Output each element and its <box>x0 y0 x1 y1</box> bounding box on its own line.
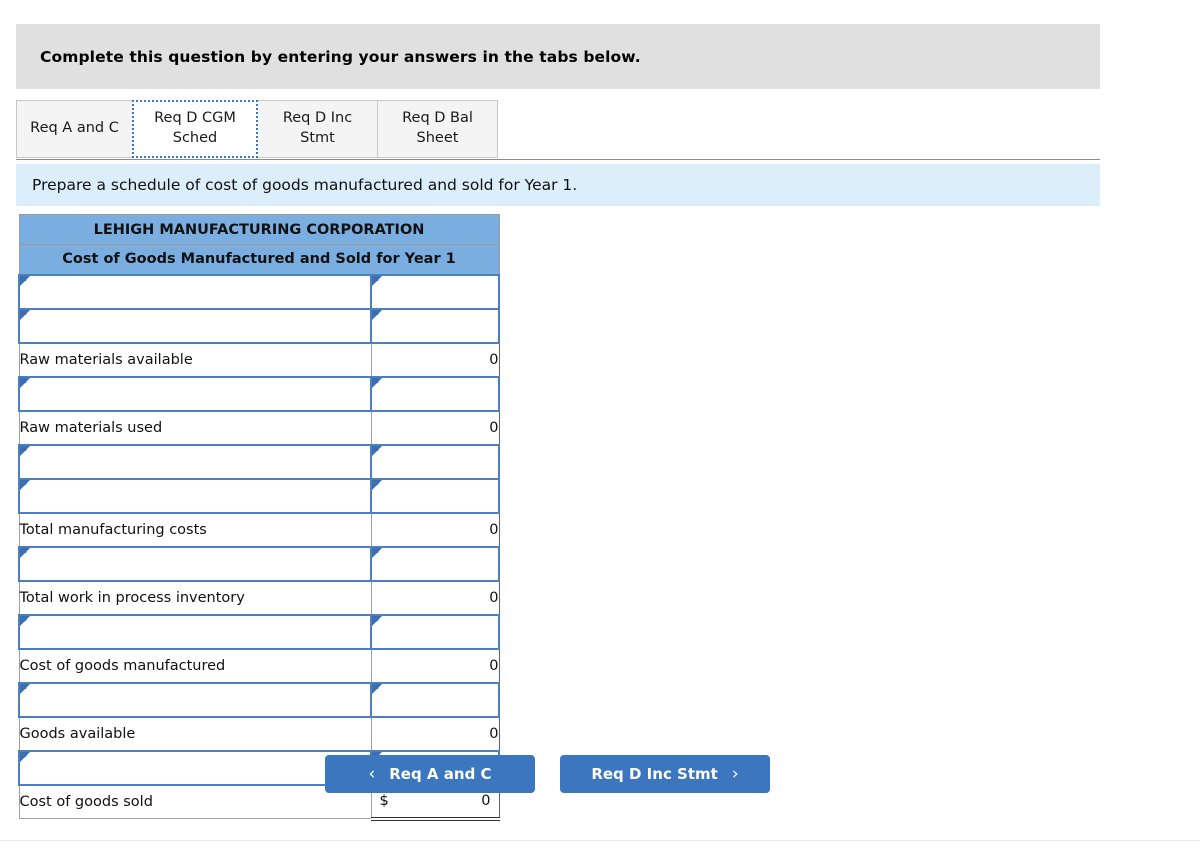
dropdown-marker-icon <box>372 479 382 490</box>
row-value: 0 <box>370 580 500 615</box>
amount-input-0[interactable] <box>370 273 500 310</box>
row-label: Raw materials available <box>18 342 372 377</box>
tab-req-a-and-c[interactable]: Req A and C <box>16 100 133 158</box>
row-value: 0 <box>370 342 500 377</box>
table-row <box>18 681 500 718</box>
tab-label: Req A and C <box>30 120 119 137</box>
table-row: Cost of goods manufactured 0 <box>18 648 500 683</box>
tab-req-d-bal-sheet[interactable]: Req D Bal Sheet <box>377 100 498 158</box>
tab-req-d-inc-stmt[interactable]: Req D Inc Stmt <box>257 100 378 158</box>
account-select-12[interactable] <box>18 681 372 718</box>
currency-symbol: $ <box>379 793 389 809</box>
account-select-3[interactable] <box>18 375 372 412</box>
table-row <box>18 545 500 582</box>
row-value: 0 <box>370 410 500 445</box>
row-amount: 0 <box>481 793 491 809</box>
cgm-schedule-body: LEHIGH MANUFACTURING CORPORATION Cost of… <box>18 214 500 821</box>
amount-input-3[interactable] <box>370 375 500 412</box>
worksheet-page: Complete this question by entering your … <box>0 0 1200 851</box>
next-requirement-button[interactable]: Req D Inc Stmt › <box>560 755 770 793</box>
tab-label: Req D Inc Stmt <box>282 110 353 146</box>
dropdown-marker-icon <box>372 275 382 286</box>
table-row <box>18 273 500 310</box>
dropdown-marker-icon <box>20 683 30 694</box>
tab-label: Req D Bal Sheet <box>402 110 473 146</box>
prev-requirement-button[interactable]: ‹ Req A and C <box>325 755 535 793</box>
chevron-left-icon: ‹ <box>368 764 376 784</box>
amount-input-5[interactable] <box>370 443 500 480</box>
row-label: Cost of goods sold <box>18 784 372 819</box>
dropdown-marker-icon <box>372 445 382 456</box>
dropdown-marker-icon <box>20 377 30 388</box>
dropdown-marker-icon <box>372 683 382 694</box>
row-label: Total manufacturing costs <box>18 512 372 547</box>
page-bottom-divider <box>0 840 1200 841</box>
dropdown-marker-icon <box>20 547 30 558</box>
company-name: LEHIGH MANUFACTURING CORPORATION <box>18 214 500 245</box>
row-label: Goods available <box>18 716 372 751</box>
row-label: Total work in process inventory <box>18 580 372 615</box>
account-select-5[interactable] <box>18 443 372 480</box>
table-title-row-company: LEHIGH MANUFACTURING CORPORATION <box>18 214 500 245</box>
account-select-0[interactable] <box>18 273 372 310</box>
account-select-8[interactable] <box>18 545 372 582</box>
requirement-bar: Prepare a schedule of cost of goods manu… <box>16 164 1100 206</box>
dropdown-marker-icon <box>372 547 382 558</box>
table-title-row-statement: Cost of Goods Manufactured and Sold for … <box>18 244 500 275</box>
table-row: Raw materials used 0 <box>18 410 500 445</box>
instruction-header: Complete this question by entering your … <box>16 24 1100 89</box>
account-select-1[interactable] <box>18 307 372 344</box>
dropdown-marker-icon <box>20 615 30 626</box>
amount-input-10[interactable] <box>370 613 500 650</box>
row-value: 0 <box>370 648 500 683</box>
dropdown-marker-icon <box>20 751 30 762</box>
dropdown-marker-icon <box>372 615 382 626</box>
table-row <box>18 375 500 412</box>
amount-input-8[interactable] <box>370 545 500 582</box>
next-button-label: Req D Inc Stmt <box>591 765 718 783</box>
amount-input-12[interactable] <box>370 681 500 718</box>
table-row: Goods available 0 <box>18 716 500 751</box>
dropdown-marker-icon <box>372 309 382 320</box>
dropdown-marker-icon <box>20 275 30 286</box>
dropdown-marker-icon <box>20 479 30 490</box>
row-label: Raw materials used <box>18 410 372 445</box>
row-value: 0 <box>370 716 500 751</box>
dropdown-marker-icon <box>372 377 382 388</box>
table-row <box>18 477 500 514</box>
row-value: 0 <box>370 512 500 547</box>
prev-button-label: Req A and C <box>389 765 492 783</box>
table-row: Total work in process inventory 0 <box>18 580 500 615</box>
dropdown-marker-icon <box>20 309 30 320</box>
requirement-text: Prepare a schedule of cost of goods manu… <box>32 176 578 194</box>
account-select-14[interactable] <box>18 749 372 786</box>
table-row: Raw materials available 0 <box>18 342 500 377</box>
table-row <box>18 443 500 480</box>
amount-input-1[interactable] <box>370 307 500 344</box>
chevron-right-icon: › <box>731 764 739 784</box>
row-label: Cost of goods manufactured <box>18 648 372 683</box>
tab-bar: Req A and C Req D CGM Sched Req D Inc St… <box>16 100 1100 160</box>
table-row <box>18 307 500 344</box>
account-select-10[interactable] <box>18 613 372 650</box>
cgm-schedule-table: LEHIGH MANUFACTURING CORPORATION Cost of… <box>18 214 500 821</box>
tab-bar-divider <box>16 159 1100 160</box>
amount-input-6[interactable] <box>370 477 500 514</box>
tab-req-d-cgm-sched[interactable]: Req D CGM Sched <box>132 100 258 158</box>
instruction-header-text: Complete this question by entering your … <box>40 47 641 66</box>
table-row <box>18 613 500 650</box>
account-select-6[interactable] <box>18 477 372 514</box>
statement-name: Cost of Goods Manufactured and Sold for … <box>18 244 500 275</box>
tab-label: Req D CGM Sched <box>154 110 236 146</box>
dropdown-marker-icon <box>20 445 30 456</box>
table-row: Total manufacturing costs 0 <box>18 512 500 547</box>
